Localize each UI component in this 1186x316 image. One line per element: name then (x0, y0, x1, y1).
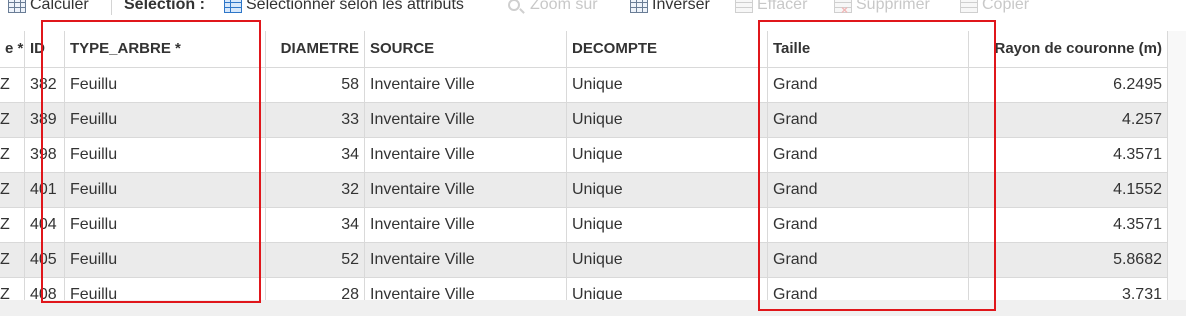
copy-icon (960, 0, 978, 13)
table-cell-diametre[interactable]: 34 (266, 207, 364, 242)
table-cell-type-arbre[interactable]: Feuillu (65, 172, 265, 207)
table-cell-type-arbre[interactable]: Feuillu (65, 207, 265, 242)
table-cell-rayon[interactable]: 4.3571 (969, 207, 1167, 242)
calculer-button[interactable]: Calculer (8, 0, 89, 15)
invert-selection-icon (630, 0, 648, 13)
table-cell[interactable]: Z (0, 172, 24, 207)
table-cell-id[interactable]: 382 (25, 67, 64, 102)
invert-selection-label: Inverser (652, 0, 710, 13)
table-cell[interactable]: Z (0, 67, 24, 102)
column-header-diametre[interactable]: DIAMETRE (266, 31, 364, 67)
table-cell-taille[interactable]: Grand (768, 277, 968, 300)
table-cell-diametre[interactable]: 33 (266, 102, 364, 137)
column-header-id[interactable]: ID (25, 31, 64, 67)
table-cell[interactable]: Z (0, 137, 24, 172)
clear-selection-label: Effacer (757, 0, 808, 13)
zoom-to-icon (508, 0, 520, 11)
table-cell-id[interactable]: 401 (25, 172, 64, 207)
table-cell-rayon[interactable]: 6.2495 (969, 67, 1167, 102)
table-cell-source[interactable]: Inventaire Ville (365, 137, 566, 172)
selection-label-text: Sélection : (124, 0, 205, 13)
table-cell[interactable]: Z (0, 102, 24, 137)
copy-label: Copier (982, 0, 1030, 13)
column-header-clipped[interactable]: e * (0, 31, 24, 67)
clear-selection-button[interactable]: Effacer (735, 0, 807, 15)
table-cell-taille[interactable]: Grand (768, 102, 968, 137)
copy-button[interactable]: Copier (960, 0, 1029, 15)
calculer-label: Calculer (30, 0, 89, 13)
table-cell-id[interactable]: 408 (25, 277, 64, 300)
table-cell-id[interactable]: 405 (25, 242, 64, 277)
table-cell-taille[interactable]: Grand (768, 207, 968, 242)
column-header-rayon[interactable]: Rayon de couronne (m) (969, 31, 1167, 67)
table-cell-decompte[interactable]: Unique (567, 67, 767, 102)
table-cell-source[interactable]: Inventaire Ville (365, 277, 566, 300)
table-cell[interactable]: Z (0, 207, 24, 242)
table-cell-source[interactable]: Inventaire Ville (365, 172, 566, 207)
table-cell-decompte[interactable]: Unique (567, 207, 767, 242)
table-cell-decompte[interactable]: Unique (567, 277, 767, 300)
select-by-attributes-button[interactable]: Sélectionner selon les attributs (224, 0, 464, 15)
table-cell-diametre[interactable]: 58 (266, 67, 364, 102)
table-cell-type-arbre[interactable]: Feuillu (65, 277, 265, 300)
table-cell-taille[interactable]: Grand (768, 172, 968, 207)
table-cell-rayon[interactable]: 4.257 (969, 102, 1167, 137)
toolbar-separator (111, 0, 112, 15)
table-cell-type-arbre[interactable]: Feuillu (65, 67, 265, 102)
table-right-gutter (1168, 31, 1186, 300)
table-cell-source[interactable]: Inventaire Ville (365, 242, 566, 277)
table-cell[interactable]: Z (0, 277, 24, 300)
table-cell-source[interactable]: Inventaire Ville (365, 102, 566, 137)
table-cell-id[interactable]: 398 (25, 137, 64, 172)
table-cell-decompte[interactable]: Unique (567, 102, 767, 137)
horizontal-scrollbar[interactable] (0, 300, 1186, 316)
table-cell-type-arbre[interactable]: Feuillu (65, 137, 265, 172)
table-cell-source[interactable]: Inventaire Ville (365, 67, 566, 102)
column-header-source[interactable]: SOURCE (365, 31, 566, 67)
select-by-attributes-label: Sélectionner selon les attributs (246, 0, 464, 13)
attribute-table-toolbar: Calculer Sélection : Sélectionner selon … (0, 0, 1186, 15)
clear-selection-icon (735, 0, 753, 13)
table-cell-decompte[interactable]: Unique (567, 242, 767, 277)
calculate-table-icon (8, 0, 26, 13)
delete-icon: × (834, 0, 852, 15)
table-cell-rayon[interactable]: 4.1552 (969, 172, 1167, 207)
table-cell-rayon[interactable]: 3.731 (969, 277, 1167, 300)
table-cell-type-arbre[interactable]: Feuillu (65, 242, 265, 277)
delete-label: Supprimer (856, 0, 930, 13)
column-header-decompte[interactable]: DECOMPTE (567, 31, 767, 67)
table-cell-decompte[interactable]: Unique (567, 137, 767, 172)
table-cell[interactable]: Z (0, 242, 24, 277)
table-cell-diametre[interactable]: 28 (266, 277, 364, 300)
attribute-table: e * ID TYPE_ARBRE * DIAMETRE SOURCE DECO… (0, 31, 1168, 300)
table-cell-diametre[interactable]: 32 (266, 172, 364, 207)
selection-label: Sélection : (124, 0, 205, 15)
delete-button[interactable]: × Supprimer (834, 0, 930, 15)
table-cell-taille[interactable]: Grand (768, 137, 968, 172)
table-cell-taille[interactable]: Grand (768, 242, 968, 277)
zoom-to-label: Zoom sur (530, 0, 598, 13)
invert-selection-button[interactable]: Inverser (630, 0, 710, 15)
table-cell-id[interactable]: 389 (25, 102, 64, 137)
table-cell-diametre[interactable]: 34 (266, 137, 364, 172)
table-cell-rayon[interactable]: 4.3571 (969, 137, 1167, 172)
table-cell-rayon[interactable]: 5.8682 (969, 242, 1167, 277)
table-cell-id[interactable]: 404 (25, 207, 64, 242)
table-cell-decompte[interactable]: Unique (567, 172, 767, 207)
column-header-taille[interactable]: Taille (768, 31, 968, 67)
table-cell-source[interactable]: Inventaire Ville (365, 207, 566, 242)
zoom-to-button[interactable]: Zoom sur (508, 0, 598, 15)
table-cell-taille[interactable]: Grand (768, 67, 968, 102)
table-cell-type-arbre[interactable]: Feuillu (65, 102, 265, 137)
column-header-type-arbre[interactable]: TYPE_ARBRE * (65, 31, 265, 67)
table-cell-diametre[interactable]: 52 (266, 242, 364, 277)
select-by-attributes-icon (224, 0, 242, 13)
